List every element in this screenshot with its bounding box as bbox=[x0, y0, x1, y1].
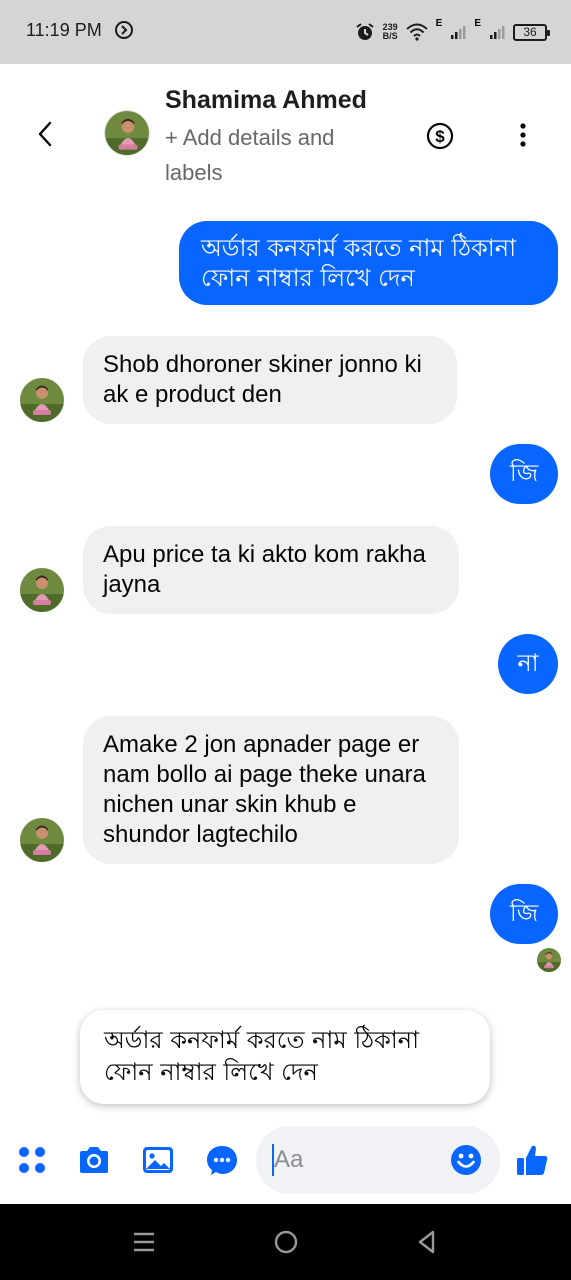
camera-icon[interactable] bbox=[76, 1142, 112, 1178]
signal-icon bbox=[490, 26, 505, 39]
contact-name[interactable]: Shamima Ahmed bbox=[165, 86, 367, 115]
outgoing-message[interactable]: না bbox=[498, 634, 558, 694]
dollar-icon[interactable]: $ bbox=[426, 122, 454, 150]
incoming-message[interactable]: Apu price ta ki akto kom rakha jayna bbox=[83, 526, 459, 614]
home-icon[interactable] bbox=[272, 1228, 300, 1256]
signal-icon bbox=[451, 26, 466, 39]
sender-avatar[interactable] bbox=[20, 818, 64, 862]
message-composer bbox=[0, 1120, 571, 1204]
back-icon[interactable] bbox=[413, 1228, 441, 1256]
contact-avatar[interactable] bbox=[104, 110, 150, 156]
back-chevron-icon[interactable] bbox=[30, 118, 62, 150]
add-details-link[interactable]: + Add details and labels bbox=[165, 120, 395, 190]
apps-icon[interactable] bbox=[14, 1142, 50, 1178]
signal-1-label: E bbox=[435, 18, 443, 29]
status-indicators: 239 B/S E E 36 bbox=[355, 18, 550, 46]
saved-reply-suggestion[interactable]: অর্ডার কনফার্ম করতে নাম ঠিকানা ফোন নাম্ব… bbox=[80, 1010, 490, 1104]
incoming-message[interactable]: Shob dhoroner skiner jonno ki ak e produ… bbox=[83, 336, 457, 424]
signal-2-label: E bbox=[474, 18, 481, 29]
thumbs-up-icon[interactable] bbox=[514, 1142, 550, 1178]
net-speed-unit: B/S bbox=[382, 31, 398, 41]
message-input-box[interactable] bbox=[256, 1126, 500, 1194]
system-nav-bar bbox=[0, 1204, 571, 1280]
chat-bubble-icon[interactable] bbox=[204, 1142, 240, 1178]
status-bar: 11:19 PM 239 B/S E E 36 bbox=[0, 0, 571, 64]
alarm-icon bbox=[356, 23, 374, 40]
sync-icon bbox=[115, 21, 133, 39]
sender-avatar[interactable] bbox=[20, 568, 64, 612]
seen-indicator-avatar bbox=[537, 948, 561, 972]
outgoing-message[interactable]: জি bbox=[490, 884, 558, 944]
svg-text:$: $ bbox=[435, 127, 445, 146]
chat-header: Shamima Ahmed + Add details and labels $ bbox=[0, 64, 571, 194]
image-icon[interactable] bbox=[140, 1142, 176, 1178]
sender-avatar[interactable] bbox=[20, 378, 64, 422]
network-speed: 239 B/S bbox=[383, 23, 398, 41]
outgoing-message[interactable]: জি bbox=[490, 444, 558, 504]
more-vertical-icon[interactable] bbox=[508, 120, 538, 150]
outgoing-message[interactable]: অর্ডার কনফার্ম করতে নাম ঠিকানা ফোন নাম্ব… bbox=[179, 221, 558, 305]
status-time: 11:19 PM bbox=[26, 20, 102, 40]
incoming-message[interactable]: Amake 2 jon apnader page er nam bollo ai… bbox=[83, 716, 459, 864]
wifi-icon bbox=[405, 23, 428, 41]
emoji-icon[interactable] bbox=[450, 1144, 482, 1176]
battery-indicator: 36 bbox=[513, 23, 550, 41]
message-input[interactable] bbox=[274, 1144, 434, 1176]
recent-apps-icon[interactable] bbox=[130, 1228, 158, 1256]
text-cursor bbox=[272, 1144, 274, 1176]
